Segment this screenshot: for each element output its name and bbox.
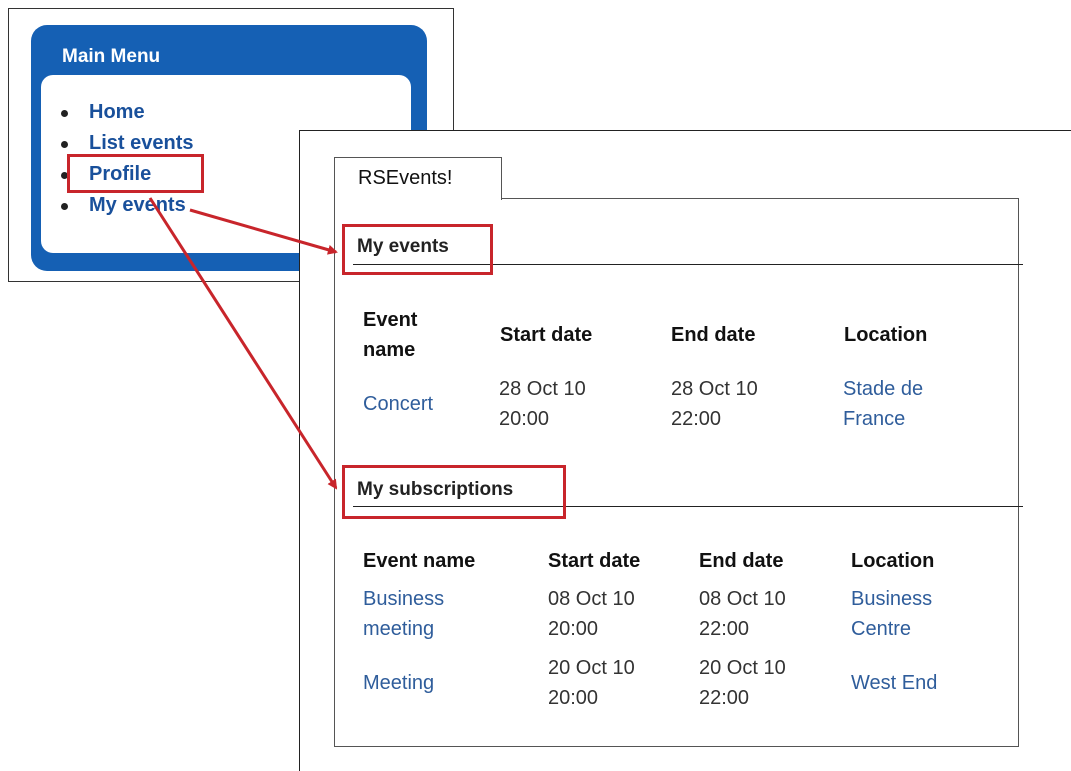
arrow-to-my-events [189,208,338,255]
arrow-to-my-subscriptions [148,197,338,490]
tab-rsevents[interactable]: RSEvents! [334,157,502,200]
annotation-arrows [148,197,338,490]
